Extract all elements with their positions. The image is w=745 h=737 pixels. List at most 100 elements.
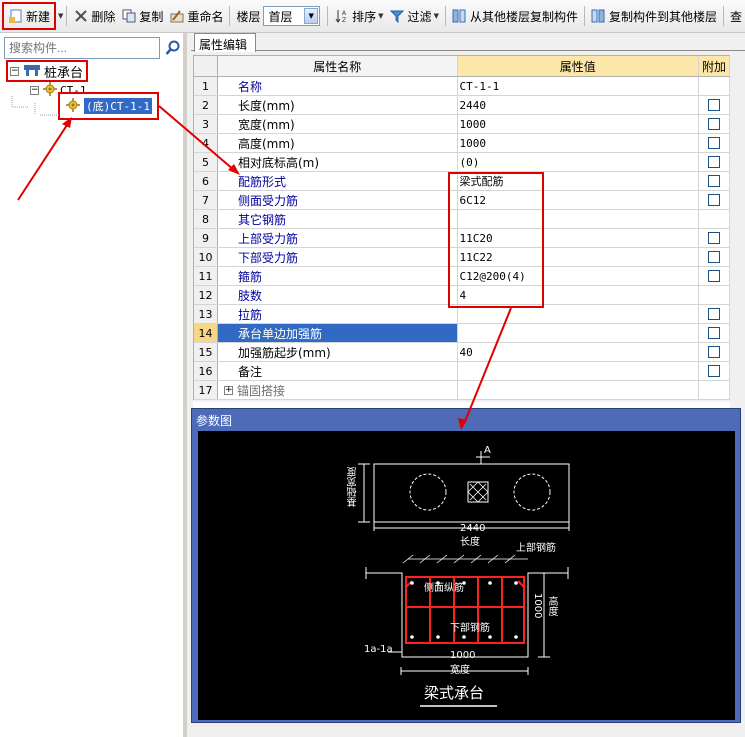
property-value[interactable]	[458, 381, 700, 399]
floor-select-value: 首层	[268, 9, 293, 24]
property-value[interactable]: 4	[458, 286, 700, 304]
table-row[interactable]: 10 下部受力筋 11C22	[194, 248, 730, 267]
extra-checkbox[interactable]	[708, 346, 721, 358]
table-row[interactable]: 13 拉筋	[194, 305, 730, 324]
property-value[interactable]: (0)	[458, 153, 700, 171]
property-value[interactable]: CT-1-1	[458, 77, 700, 95]
table-row[interactable]: 4 高度(mm) 1000	[194, 134, 730, 153]
property-value[interactable]	[458, 305, 700, 323]
gear-icon	[43, 81, 57, 99]
splitter[interactable]	[183, 33, 187, 737]
property-name: 上部受力筋	[218, 229, 458, 247]
copy-to-floor-icon	[591, 9, 606, 24]
extra-checkbox[interactable]	[708, 175, 721, 187]
property-value[interactable]: C12@200(4)	[458, 267, 700, 285]
table-row[interactable]: 12 肢数 4	[194, 286, 730, 305]
row-number: 17	[194, 381, 218, 399]
property-value[interactable]: 1000	[458, 115, 700, 133]
separator	[444, 6, 446, 26]
svg-text:Z: Z	[342, 17, 346, 23]
table-row[interactable]: 7 侧面受力筋 6C12	[194, 191, 730, 210]
table-row[interactable]: 5 相对底标高(m) (0)	[194, 153, 730, 172]
property-value[interactable]: 1000	[458, 134, 700, 152]
filter-button[interactable]: 过滤 ▼	[387, 4, 442, 28]
property-value[interactable]: 40	[458, 343, 700, 361]
table-row[interactable]: 3 宽度(mm) 1000	[194, 115, 730, 134]
extra-checkbox[interactable]	[708, 270, 721, 282]
row-number: 4	[194, 134, 218, 152]
section-label: A	[484, 445, 491, 456]
tree-node-root[interactable]: − 桩承台	[6, 60, 89, 82]
floor-select[interactable]: 首层 ▼	[263, 6, 321, 26]
property-value[interactable]: 11C20	[458, 229, 700, 247]
copy-button[interactable]: 复制	[118, 4, 166, 28]
table-row[interactable]: 6 配筋形式 梁式配筋	[194, 172, 730, 191]
property-value[interactable]	[458, 210, 700, 228]
table-row[interactable]: 2 长度(mm) 2440	[194, 96, 730, 115]
property-name: 备注	[218, 362, 458, 380]
table-row[interactable]: 1 名称 CT-1-1	[194, 77, 730, 96]
property-grid: 属性名称 属性值 附加 1 名称 CT-1-1 2 长度(mm) 2440 3 宽度(mm) 1…	[193, 55, 730, 400]
extra-checkbox[interactable]	[708, 327, 721, 339]
sort-button[interactable]: AZ 排序 ▼	[331, 4, 386, 28]
extra-cell	[699, 343, 730, 361]
extra-checkbox[interactable]	[708, 137, 721, 149]
copy-to-floor-button[interactable]: 复制构件到其他楼层	[588, 4, 720, 28]
property-name: 拉筋	[218, 305, 458, 323]
delete-button[interactable]: 删除	[70, 4, 118, 28]
height-label: 高度	[546, 596, 557, 616]
tab-properties[interactable]: 属性编辑	[194, 33, 256, 52]
table-row[interactable]: 11 箍筋 C12@200(4)	[194, 267, 730, 286]
property-value[interactable]: 梁式配筋	[458, 172, 700, 190]
rename-button[interactable]: 重命名	[166, 4, 226, 28]
search-icon[interactable]	[163, 38, 183, 58]
gear-icon	[66, 97, 80, 115]
new-button[interactable]: 新建	[2, 2, 57, 30]
row-number: 13	[194, 305, 218, 323]
collapse-icon[interactable]: −	[30, 85, 39, 95]
row-number: 11	[194, 267, 218, 285]
extra-checkbox[interactable]	[708, 308, 721, 320]
overflow-button[interactable]: 查	[727, 4, 745, 28]
expand-icon[interactable]: +	[223, 385, 233, 395]
extra-cell	[699, 324, 730, 342]
property-value[interactable]: 2440	[458, 96, 700, 114]
height-value: 1000	[532, 593, 543, 619]
property-value[interactable]: 11C22	[458, 248, 700, 266]
top-rebar-label: 上部钢筋	[516, 543, 556, 554]
property-value[interactable]: 6C12	[458, 191, 700, 209]
extra-checkbox[interactable]	[708, 365, 721, 377]
copy-from-floor-button[interactable]: 从其他楼层复制构件	[449, 4, 581, 28]
property-name: + 锚固搭接	[218, 381, 458, 399]
new-dropdown-icon[interactable]: ▼	[58, 12, 63, 20]
extra-checkbox[interactable]	[708, 99, 721, 111]
table-row[interactable]: 14 承台单边加强筋	[194, 324, 730, 343]
extra-checkbox[interactable]	[708, 118, 721, 130]
floor-label: 楼层	[236, 9, 261, 24]
bottom-rebar-label: 下部钢筋	[450, 623, 490, 634]
table-row[interactable]: 8 其它钢筋	[194, 210, 730, 229]
extra-checkbox[interactable]	[708, 232, 721, 244]
extra-checkbox[interactable]	[708, 156, 721, 168]
length-label: 长度	[460, 537, 480, 548]
property-name: 宽度(mm)	[218, 115, 458, 133]
search-input[interactable]	[4, 37, 160, 59]
property-value[interactable]	[458, 362, 700, 380]
row-number: 7	[194, 191, 218, 209]
collapse-icon[interactable]: −	[10, 66, 19, 76]
section-id-label: 1a-1a	[364, 644, 393, 655]
extra-checkbox[interactable]	[708, 251, 721, 263]
separator	[722, 6, 724, 26]
chevron-down-icon[interactable]: ▼	[304, 8, 319, 24]
table-row[interactable]: 15 加强筋起步(mm) 40	[194, 343, 730, 362]
table-row[interactable]: 17 + 锚固搭接	[194, 381, 730, 400]
copy-from-floor-icon	[452, 9, 467, 24]
extra-cell	[699, 77, 730, 95]
table-row[interactable]: 16 备注	[194, 362, 730, 381]
extra-checkbox[interactable]	[708, 194, 721, 206]
property-value[interactable]	[458, 324, 700, 342]
table-row[interactable]: 9 上部受力筋 11C20	[194, 229, 730, 248]
tree-node-selected[interactable]: (底)CT-1-1	[58, 92, 159, 120]
rename-icon	[169, 9, 184, 24]
copy-icon	[121, 9, 136, 24]
